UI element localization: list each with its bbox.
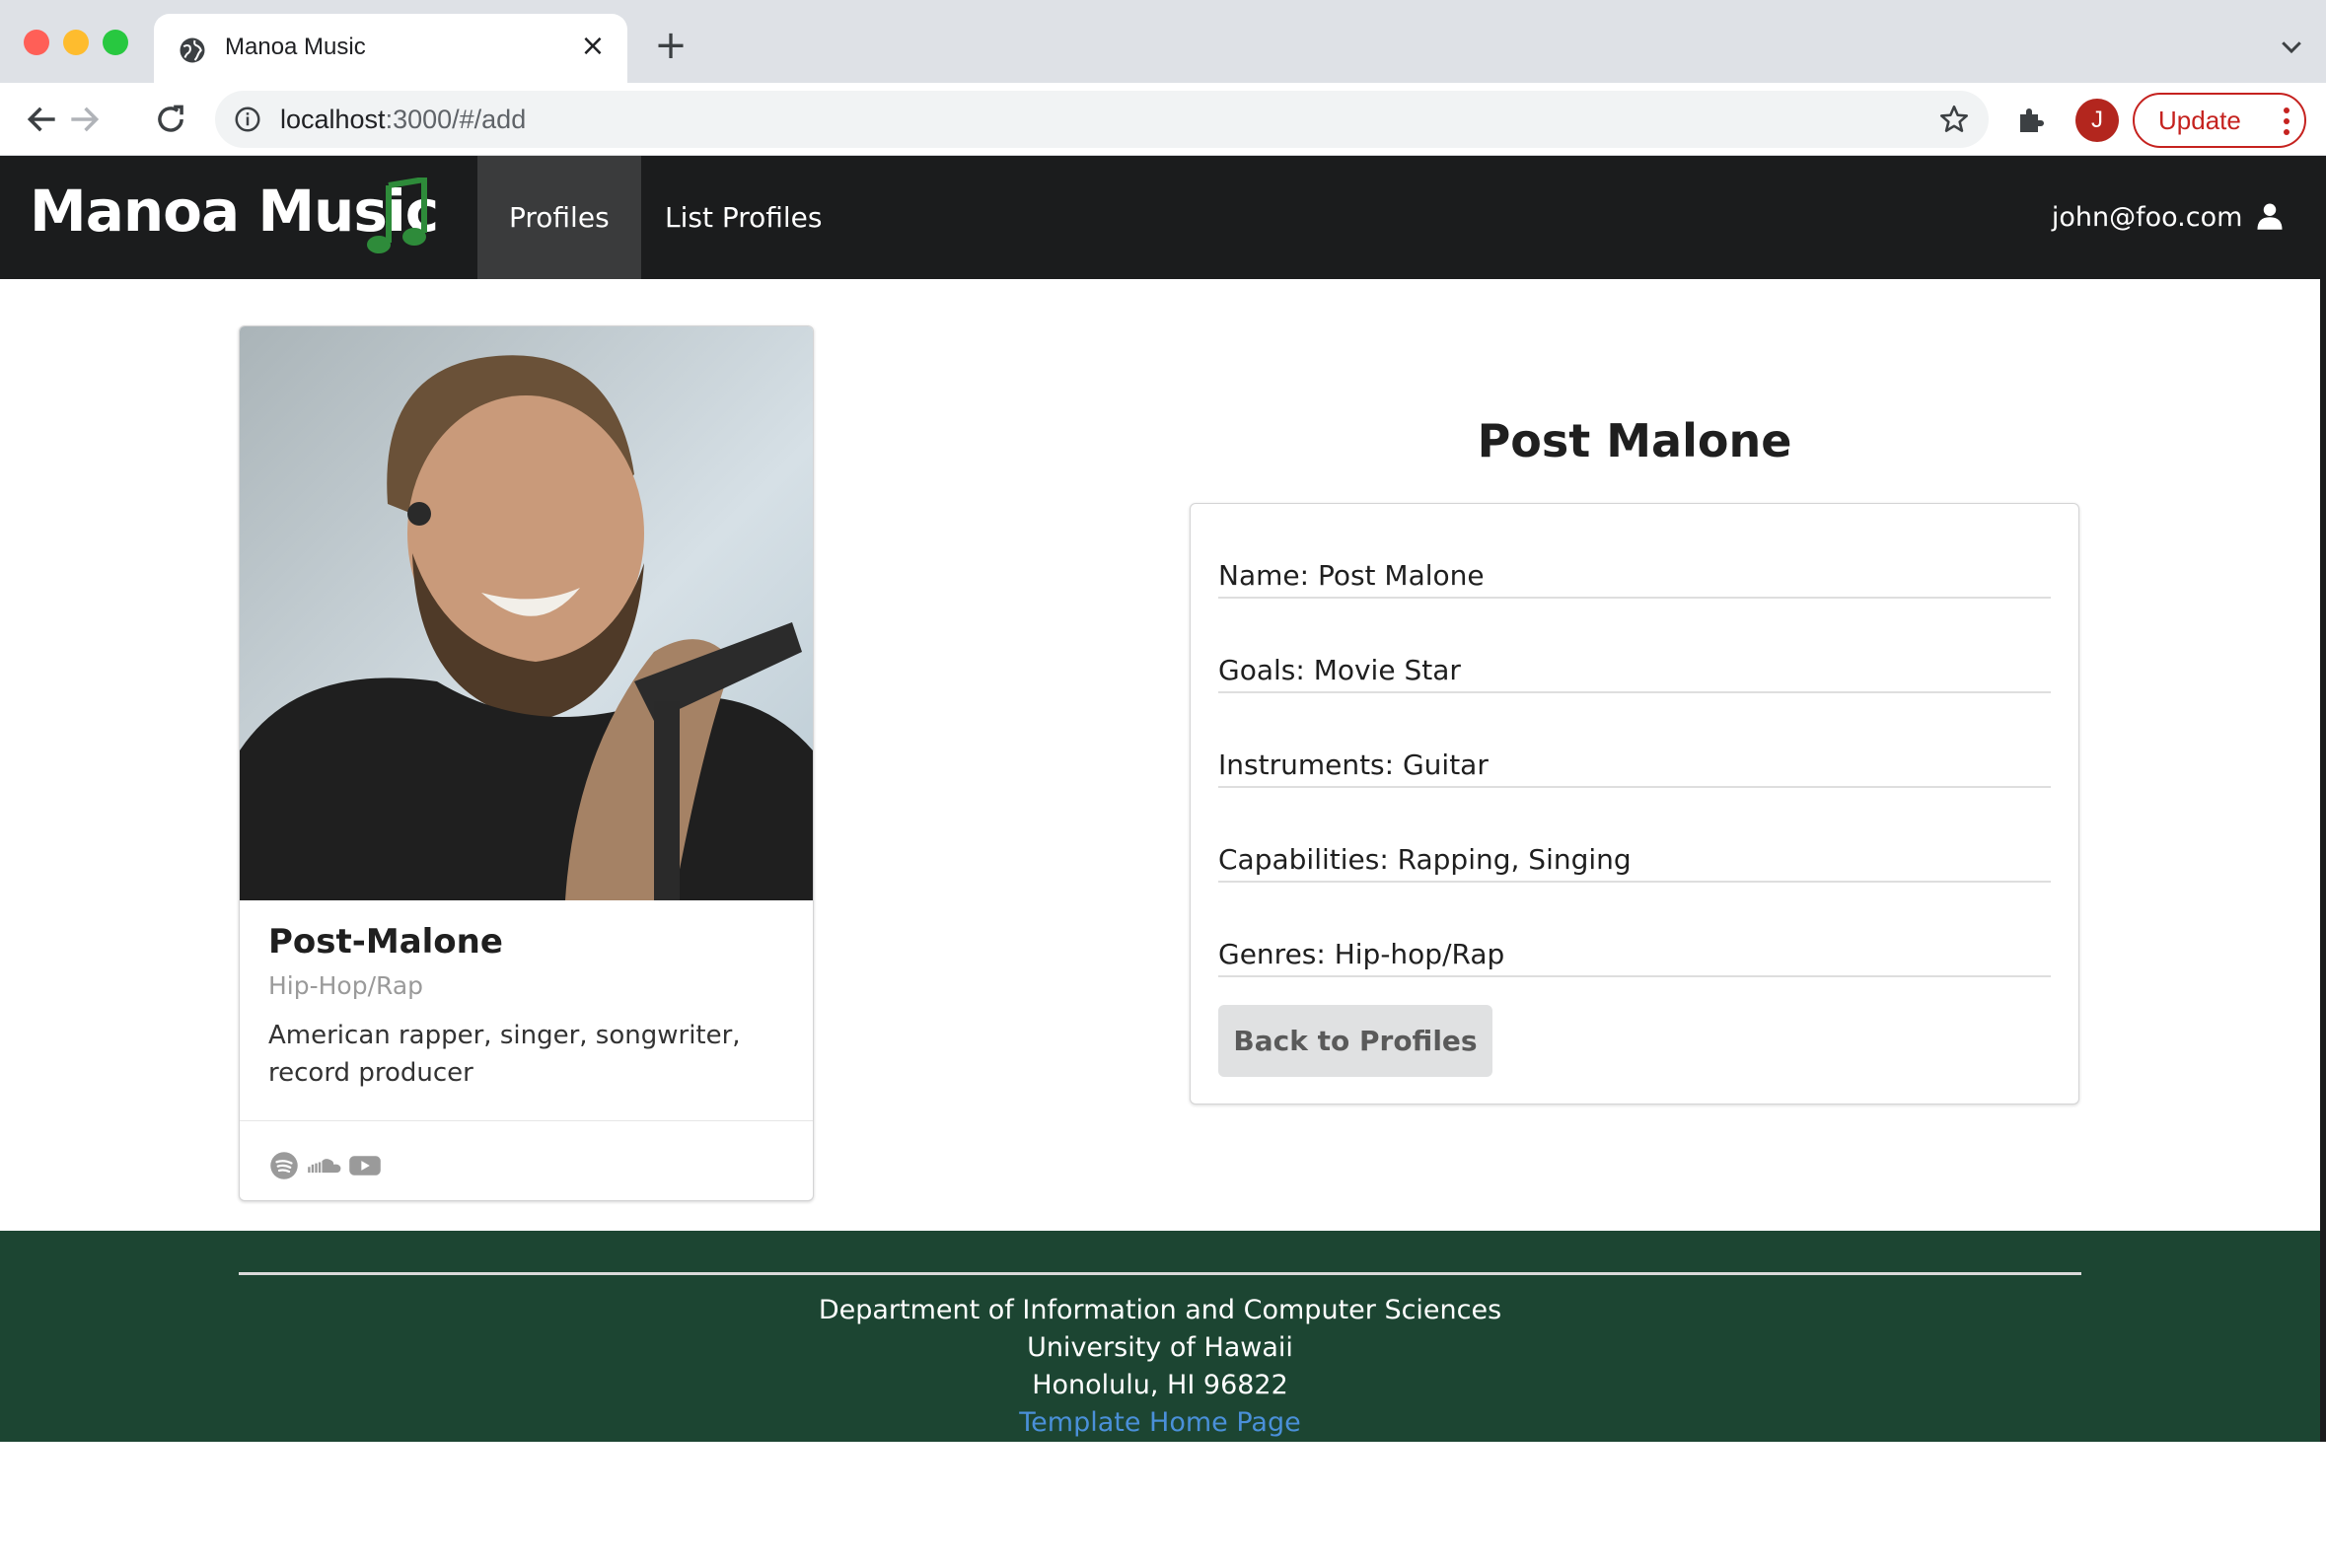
profile-avatar[interactable]: J: [2075, 99, 2119, 142]
nav-profiles[interactable]: Profiles: [477, 156, 641, 279]
detail-goals-text: Goals: Movie Star: [1218, 654, 1461, 686]
detail-row-instruments: Instruments: Guitar: [1218, 693, 2051, 788]
forward-arrow-icon[interactable]: [65, 101, 103, 138]
window-edge: [2320, 156, 2326, 1442]
detail-row-name: Name: Post Malone: [1218, 504, 2051, 599]
update-label: Update: [2158, 106, 2241, 135]
card-genre: Hip-Hop/Rap: [268, 971, 424, 1000]
profile-photo: [240, 326, 813, 900]
card-social-links: [240, 1120, 813, 1200]
url-path: :3000/#/add: [385, 105, 527, 134]
detail-row-goals: Goals: Movie Star: [1218, 599, 2051, 693]
spotify-icon[interactable]: [269, 1151, 299, 1180]
soundcloud-icon[interactable]: [307, 1151, 344, 1180]
tab-title: Manoa Music: [225, 34, 366, 60]
window-maximize-button[interactable]: [103, 30, 128, 55]
detail-name-text: Name: Post Malone: [1218, 559, 1485, 592]
back-to-profiles-button[interactable]: Back to Profiles: [1218, 1005, 1492, 1077]
site-info-icon[interactable]: [233, 105, 262, 134]
detail-genres-text: Genres: Hip-hop/Rap: [1218, 938, 1505, 970]
puzzle-extensions-icon[interactable]: [2014, 103, 2050, 138]
nav-list-profiles[interactable]: List Profiles: [633, 156, 854, 279]
card-name: Post-Malone: [268, 922, 503, 962]
profile-card: Post-Malone Hip-Hop/Rap American rapper,…: [239, 325, 814, 1201]
footer-department: Department of Information and Computer S…: [818, 1295, 1502, 1325]
profile-details: Name: Post Malone Goals: Movie Star Inst…: [1190, 503, 2079, 1105]
footer-university: University of Hawaii: [1027, 1332, 1293, 1363]
chevron-down-icon[interactable]: [2277, 32, 2306, 61]
user-email: john@foo.com: [2051, 202, 2243, 233]
url-host: localhost: [280, 105, 386, 134]
browser-tab[interactable]: Manoa Music ×: [154, 14, 627, 83]
window-minimize-button[interactable]: [63, 30, 89, 55]
page-footer: Department of Information and Computer S…: [0, 1231, 2320, 1442]
back-arrow-icon[interactable]: [24, 101, 61, 138]
detail-capabilities-text: Capabilities: Rapping, Singing: [1218, 843, 1632, 876]
app-navbar: Manoa Music Profiles List Profiles john@…: [0, 156, 2320, 279]
new-tab-icon[interactable]: +: [651, 26, 691, 65]
detail-row-genres: Genres: Hip-hop/Rap: [1218, 883, 2051, 977]
footer-text: Department of Information and Computer S…: [0, 1292, 2320, 1442]
reload-icon[interactable]: [152, 101, 189, 138]
detail-instruments-text: Instruments: Guitar: [1218, 748, 1489, 781]
browser-tabstrip: Manoa Music × +: [0, 0, 2326, 83]
user-menu[interactable]: john@foo.com: [2052, 156, 2285, 279]
footer-address: Honolulu, HI 96822: [1032, 1370, 1288, 1400]
detail-row-capabilities: Capabilities: Rapping, Singing: [1218, 788, 2051, 883]
user-icon: [2257, 203, 2283, 230]
window-close-button[interactable]: [24, 30, 49, 55]
browser-toolbar: localhost:3000/#/add J Update: [0, 83, 2326, 156]
globe-icon: [180, 37, 205, 63]
footer-divider: [239, 1272, 2081, 1275]
detail-title: Post Malone: [1477, 414, 1792, 467]
bookmark-star-icon[interactable]: [1937, 103, 1971, 136]
template-home-link[interactable]: Template Home Page: [0, 1404, 2320, 1442]
kebab-menu-icon[interactable]: [2283, 107, 2290, 136]
close-tab-icon[interactable]: ×: [576, 30, 610, 63]
update-button[interactable]: Update: [2133, 93, 2306, 148]
url-text: localhost:3000/#/add: [280, 105, 526, 135]
address-bar[interactable]: localhost:3000/#/add: [215, 91, 1989, 148]
youtube-icon[interactable]: [348, 1151, 382, 1180]
card-description: American rapper, singer, songwriter, rec…: [268, 1021, 741, 1088]
music-note-icon: [367, 178, 427, 253]
